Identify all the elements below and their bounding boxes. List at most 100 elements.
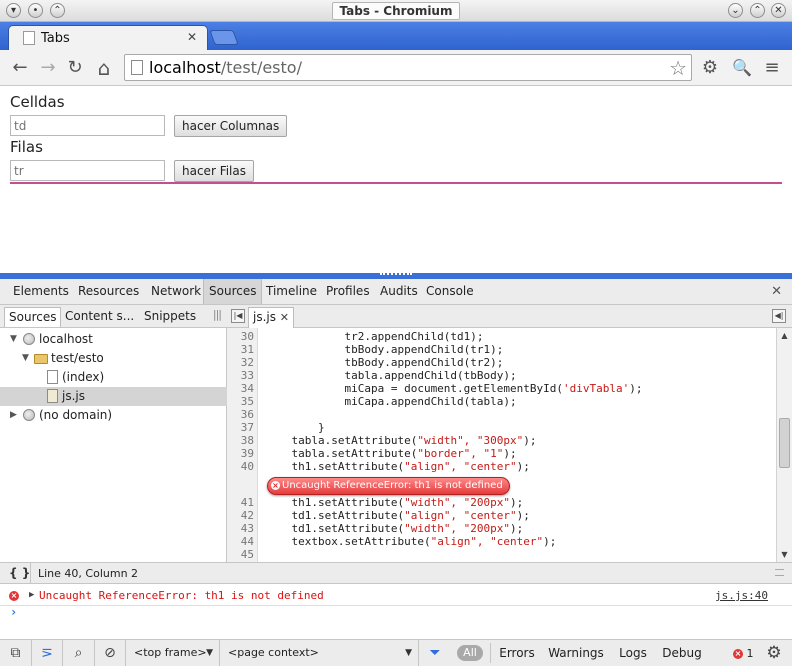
bookmark-star-icon[interactable]: ☆ — [669, 56, 687, 80]
forward-icon[interactable]: → — [36, 56, 60, 80]
line-number[interactable]: 45 — [227, 548, 254, 561]
code-line[interactable]: 35 miCapa.appendChild(tabla); — [227, 395, 776, 408]
line-number[interactable]: 40 — [227, 460, 254, 473]
tab-close-icon[interactable]: ✕ — [187, 30, 197, 44]
tree-item-jsjs[interactable]: js.js — [0, 387, 227, 406]
code-line[interactable]: 32 tbBody.appendChild(tr2); — [227, 356, 776, 369]
celdas-input[interactable] — [10, 115, 165, 136]
code-line[interactable]: 38 tabla.setAttribute("width", "300px"); — [227, 434, 776, 447]
inspect-icon[interactable]: 🔍 — [730, 56, 754, 80]
code-line[interactable]: 34 miCapa = document.getElementById('div… — [227, 382, 776, 395]
expanded-icon[interactable]: ▼ — [22, 349, 29, 368]
tab-console[interactable]: Console — [421, 279, 479, 304]
collapsed-icon[interactable]: ▶ — [10, 406, 17, 425]
line-number[interactable]: 37 — [227, 421, 254, 434]
navigator-tab-snippets[interactable]: Snippets — [140, 307, 200, 327]
window-minimize-small-icon[interactable]: • — [28, 3, 43, 18]
line-number[interactable]: 36 — [227, 408, 254, 421]
code-line[interactable]: 44 textbox.setAttribute("align", "center… — [227, 535, 776, 548]
code-line[interactable]: 30 tr2.appendChild(td1); — [227, 330, 776, 343]
code-line[interactable]: 45 — [227, 548, 776, 561]
devtools-close-icon[interactable]: ✕ — [771, 284, 782, 299]
pretty-print-button[interactable]: { } — [9, 566, 30, 580]
new-tab-button[interactable] — [209, 30, 239, 45]
line-number[interactable]: 44 — [227, 535, 254, 548]
address-bar[interactable]: localhost/test/esto/ ☆ — [124, 54, 692, 81]
show-navigator-icon[interactable]: |◀ — [231, 309, 245, 323]
browser-tab[interactable]: Tabs ✕ — [8, 25, 208, 50]
error-count-badge[interactable]: × 1 — [733, 647, 754, 660]
tab-sources[interactable]: Sources — [203, 279, 263, 304]
hacer-filas-button[interactable]: hacer Filas — [174, 160, 254, 182]
menu-icon[interactable]: ≡ — [760, 56, 784, 80]
editor-tab-close-icon[interactable]: ✕ — [280, 308, 289, 327]
tree-item-folder[interactable]: ▼ test/esto — [0, 349, 227, 368]
line-number[interactable]: 32 — [227, 356, 254, 369]
tab-elements[interactable]: Elements — [8, 279, 74, 304]
line-number[interactable]: 43 — [227, 522, 254, 535]
navigator-tab-content-scripts[interactable]: Content s... — [61, 307, 138, 327]
tab-timeline[interactable]: Timeline — [261, 279, 322, 304]
expanded-icon[interactable]: ▼ — [10, 330, 17, 349]
show-console-icon[interactable]: ⋝ — [32, 640, 63, 666]
scroll-up-icon[interactable]: ▲ — [779, 330, 790, 341]
url-text[interactable]: localhost/test/esto/ — [149, 58, 302, 77]
hacer-columnas-button[interactable]: hacer Columnas — [174, 115, 288, 137]
toggle-debugger-sidebar-icon[interactable]: ◀| — [772, 309, 786, 323]
line-number[interactable]: 31 — [227, 343, 254, 356]
filter-errors-button[interactable]: Errors — [495, 640, 539, 666]
tab-profiles[interactable]: Profiles — [321, 279, 375, 304]
window-close-button[interactable]: ✕ — [771, 3, 786, 18]
window-minimize-button[interactable]: ⌄ — [728, 3, 743, 18]
filter-warnings-button[interactable]: Warnings — [545, 640, 607, 666]
window-shade-icon[interactable]: ⌃ — [50, 3, 65, 18]
code-line[interactable]: 31 tbBody.appendChild(tr1); — [227, 343, 776, 356]
scrollbar-thumb[interactable] — [779, 418, 790, 468]
tree-item-index[interactable]: (index) — [0, 368, 227, 387]
scroll-down-icon[interactable]: ▼ — [779, 549, 790, 560]
line-number[interactable]: 38 — [227, 434, 254, 447]
console-source-link[interactable]: js.js:40 — [715, 589, 768, 602]
navigator-tab-sources[interactable]: Sources — [4, 307, 62, 327]
console-message[interactable]: × ▶ Uncaught ReferenceError: th1 is not … — [0, 586, 792, 606]
code-editor[interactable]: 30 tr2.appendChild(td1); 31 tbBody.append… — [227, 328, 776, 562]
filter-icon[interactable]: ⏷ — [424, 640, 446, 666]
line-number[interactable]: 39 — [227, 447, 254, 460]
search-icon[interactable]: ⌕ — [63, 640, 95, 666]
window-maximize-button[interactable]: ⌃ — [750, 3, 765, 18]
tab-audits[interactable]: Audits — [375, 279, 423, 304]
context-selector[interactable]: <page context> ▼ — [220, 640, 419, 666]
line-number[interactable]: 35 — [227, 395, 254, 408]
code-line[interactable]: 41 th1.setAttribute("width", "200px"); — [227, 496, 776, 509]
filter-debug-button[interactable]: Debug — [659, 640, 705, 666]
code-line[interactable]: 40 th1.setAttribute("align", "center"); — [227, 460, 776, 473]
code-line[interactable]: 36 — [227, 408, 776, 421]
line-number[interactable]: 34 — [227, 382, 254, 395]
line-number[interactable]: 33 — [227, 369, 254, 382]
tab-resources[interactable]: Resources — [73, 279, 144, 304]
line-number[interactable]: 41 — [227, 496, 254, 509]
gear-icon[interactable]: ⚙ — [698, 56, 722, 80]
tree-item-no-domain[interactable]: ▶ (no domain) — [0, 406, 227, 425]
clear-console-icon[interactable]: ⊘ — [95, 640, 126, 666]
code-line[interactable]: 37 } — [227, 421, 776, 434]
tab-network[interactable]: Network — [146, 279, 206, 304]
console-prompt[interactable]: › — [10, 605, 17, 619]
tree-item-localhost[interactable]: ▼ localhost — [0, 330, 227, 349]
filter-logs-button[interactable]: Logs — [613, 640, 653, 666]
editor-scrollbar[interactable]: ▲ ▼ — [776, 328, 792, 562]
gear-icon[interactable]: ⚙ — [760, 640, 788, 666]
code-line[interactable]: 42 td1.setAttribute("align", "center"); — [227, 509, 776, 522]
filter-all-button[interactable]: All — [457, 645, 483, 661]
editor-tab-jsjs[interactable]: js.js ✕ — [248, 307, 294, 328]
code-line[interactable]: 43 td1.setAttribute("width", "200px"); — [227, 522, 776, 535]
filas-input[interactable] — [10, 160, 165, 181]
back-icon[interactable]: ← — [8, 56, 32, 80]
reload-icon[interactable]: ↻ — [63, 56, 87, 80]
frame-selector[interactable]: <top frame> ▼ — [126, 640, 220, 666]
navigator-more-icon[interactable]: ||| — [213, 308, 222, 321]
line-number[interactable]: 42 — [227, 509, 254, 522]
window-menu-icon[interactable]: ▾ — [6, 3, 21, 18]
line-number[interactable]: 30 — [227, 330, 254, 343]
home-icon[interactable]: ⌂ — [92, 56, 116, 80]
